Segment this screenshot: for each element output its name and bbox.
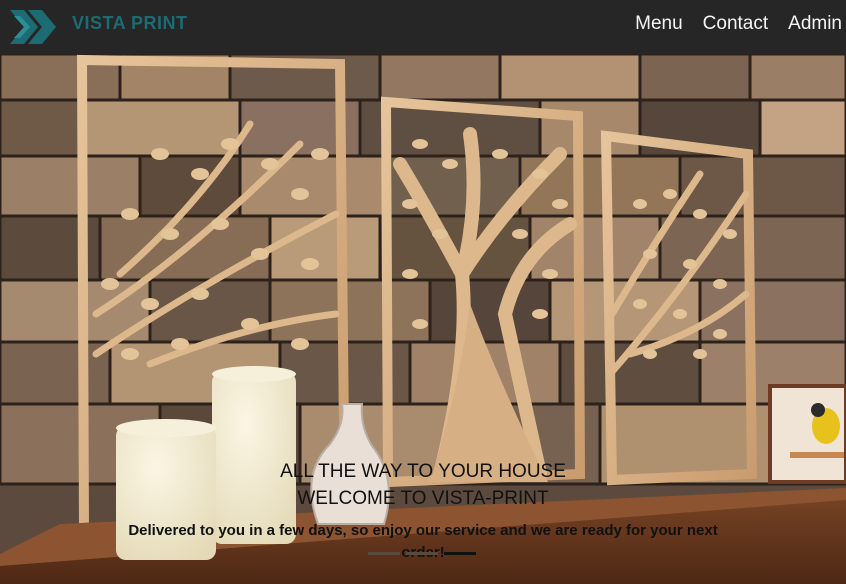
carousel-indicators: [368, 552, 476, 555]
hero-caption: ALL THE WAY TO YOUR HOUSE WELCOME TO VIS…: [0, 458, 846, 564]
brand-name[interactable]: VISTA PRINT: [72, 13, 188, 34]
carousel-indicator-2[interactable]: [406, 552, 438, 555]
top-navbar: VISTA PRINT Menu Contact Admin: [0, 0, 846, 54]
nav-links: Menu Contact Admin: [635, 13, 842, 35]
carousel-indicator-1[interactable]: [368, 552, 400, 555]
nav-link-admin[interactable]: Admin: [788, 13, 842, 35]
hero-welcome: WELCOME TO VISTA-PRINT: [297, 488, 549, 509]
logo-chevrons-icon[interactable]: [8, 6, 62, 48]
carousel-indicator-3[interactable]: [444, 552, 476, 555]
nav-link-contact[interactable]: Contact: [703, 13, 768, 35]
hero-description: Delivered to you in a few days, so enjoy…: [128, 522, 718, 561]
nav-link-menu[interactable]: Menu: [635, 13, 683, 35]
hero-carousel: ALL THE WAY TO YOUR HOUSE WELCOME TO VIS…: [0, 54, 846, 584]
hero-tagline: ALL THE WAY TO YOUR HOUSE: [280, 461, 566, 482]
